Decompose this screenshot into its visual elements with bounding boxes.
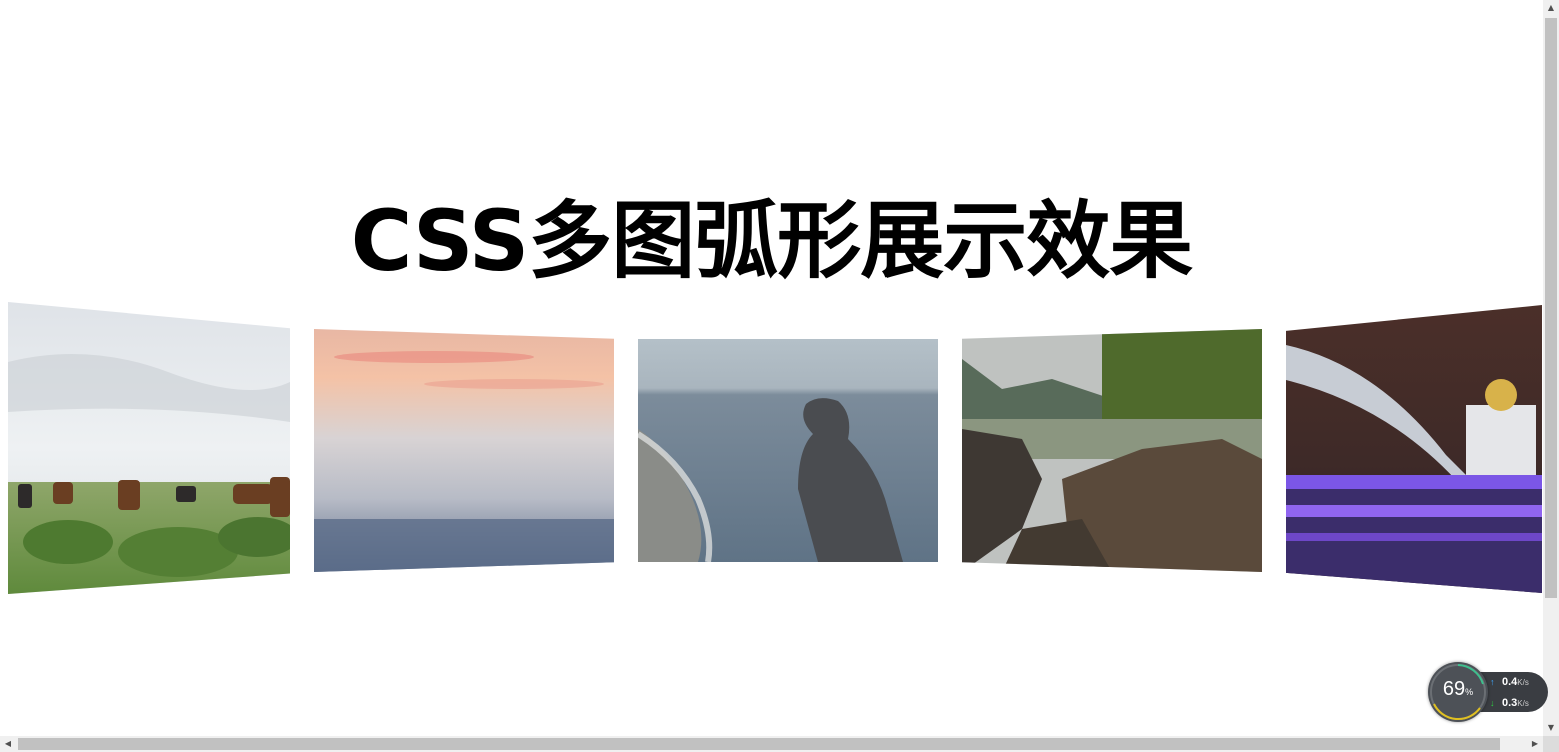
horizontal-scrollbar[interactable]: ◀ ▶ bbox=[0, 736, 1543, 752]
usage-gauge: 69% bbox=[1428, 662, 1488, 722]
hooded-person-photo bbox=[638, 339, 938, 562]
scrollbar-corner bbox=[1543, 736, 1559, 752]
usage-percent: 69% bbox=[1442, 678, 1474, 700]
upload-speed: ↑ 0.4K/s bbox=[1490, 676, 1529, 688]
scroll-down-arrow-icon[interactable]: ▼ bbox=[1543, 720, 1559, 736]
download-speed: ↓ 0.3K/s bbox=[1490, 697, 1529, 709]
gallery-image-night-bridge[interactable] bbox=[1286, 305, 1542, 593]
vertical-scroll-thumb[interactable] bbox=[1545, 18, 1557, 598]
scroll-up-arrow-icon[interactable]: ▲ bbox=[1543, 0, 1559, 16]
gallery-image-horses[interactable] bbox=[8, 302, 290, 594]
horses-photo bbox=[8, 302, 290, 594]
scroll-right-arrow-icon[interactable]: ▶ bbox=[1527, 736, 1543, 752]
misty-sea-photo bbox=[314, 329, 614, 572]
rocky-river-photo bbox=[962, 329, 1262, 572]
vertical-scrollbar[interactable]: ▲ ▼ bbox=[1543, 0, 1559, 736]
upload-arrow-icon: ↑ bbox=[1490, 677, 1495, 687]
scroll-left-arrow-icon[interactable]: ◀ bbox=[0, 736, 16, 752]
horizontal-scroll-thumb[interactable] bbox=[18, 738, 1500, 750]
network-speed-widget[interactable]: 69% ↑ 0.4K/s ↓ 0.3K/s bbox=[1428, 662, 1548, 722]
night-bridge-photo bbox=[1286, 305, 1542, 593]
gallery-image-rocky-river[interactable] bbox=[962, 329, 1262, 572]
download-arrow-icon: ↓ bbox=[1490, 698, 1495, 708]
gallery-image-hooded-person[interactable] bbox=[638, 339, 938, 562]
arc-gallery bbox=[0, 0, 1543, 752]
gallery-image-misty-sea[interactable] bbox=[314, 329, 614, 572]
